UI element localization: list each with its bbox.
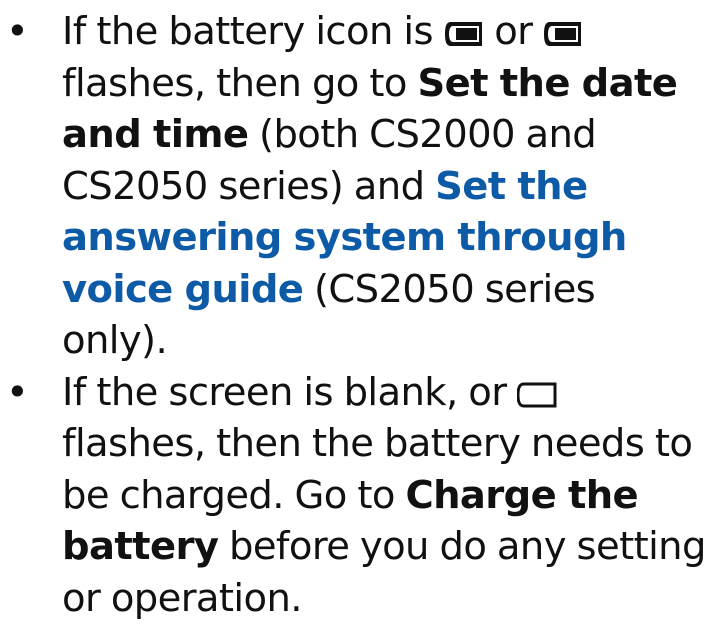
- battery-full-icon: [444, 20, 484, 48]
- battery-full-icon: [543, 20, 583, 48]
- body-text: or: [484, 9, 543, 54]
- bullet-point: •: [2, 6, 32, 58]
- list-item: • If the battery icon is or flashes, the…: [0, 6, 716, 367]
- battery-empty-icon: [517, 381, 557, 409]
- bullet-list: • If the battery icon is or flashes, the…: [0, 6, 716, 624]
- body-text: If the screen is blank, or: [62, 370, 517, 415]
- list-item: • If the screen is blank, or flashes, th…: [0, 367, 716, 624]
- body-text: flashes, then go to: [62, 61, 417, 106]
- document-page: • If the battery icon is or flashes, the…: [0, 0, 716, 559]
- body-text: If the battery icon is: [62, 9, 444, 54]
- bullet-point: •: [2, 367, 32, 419]
